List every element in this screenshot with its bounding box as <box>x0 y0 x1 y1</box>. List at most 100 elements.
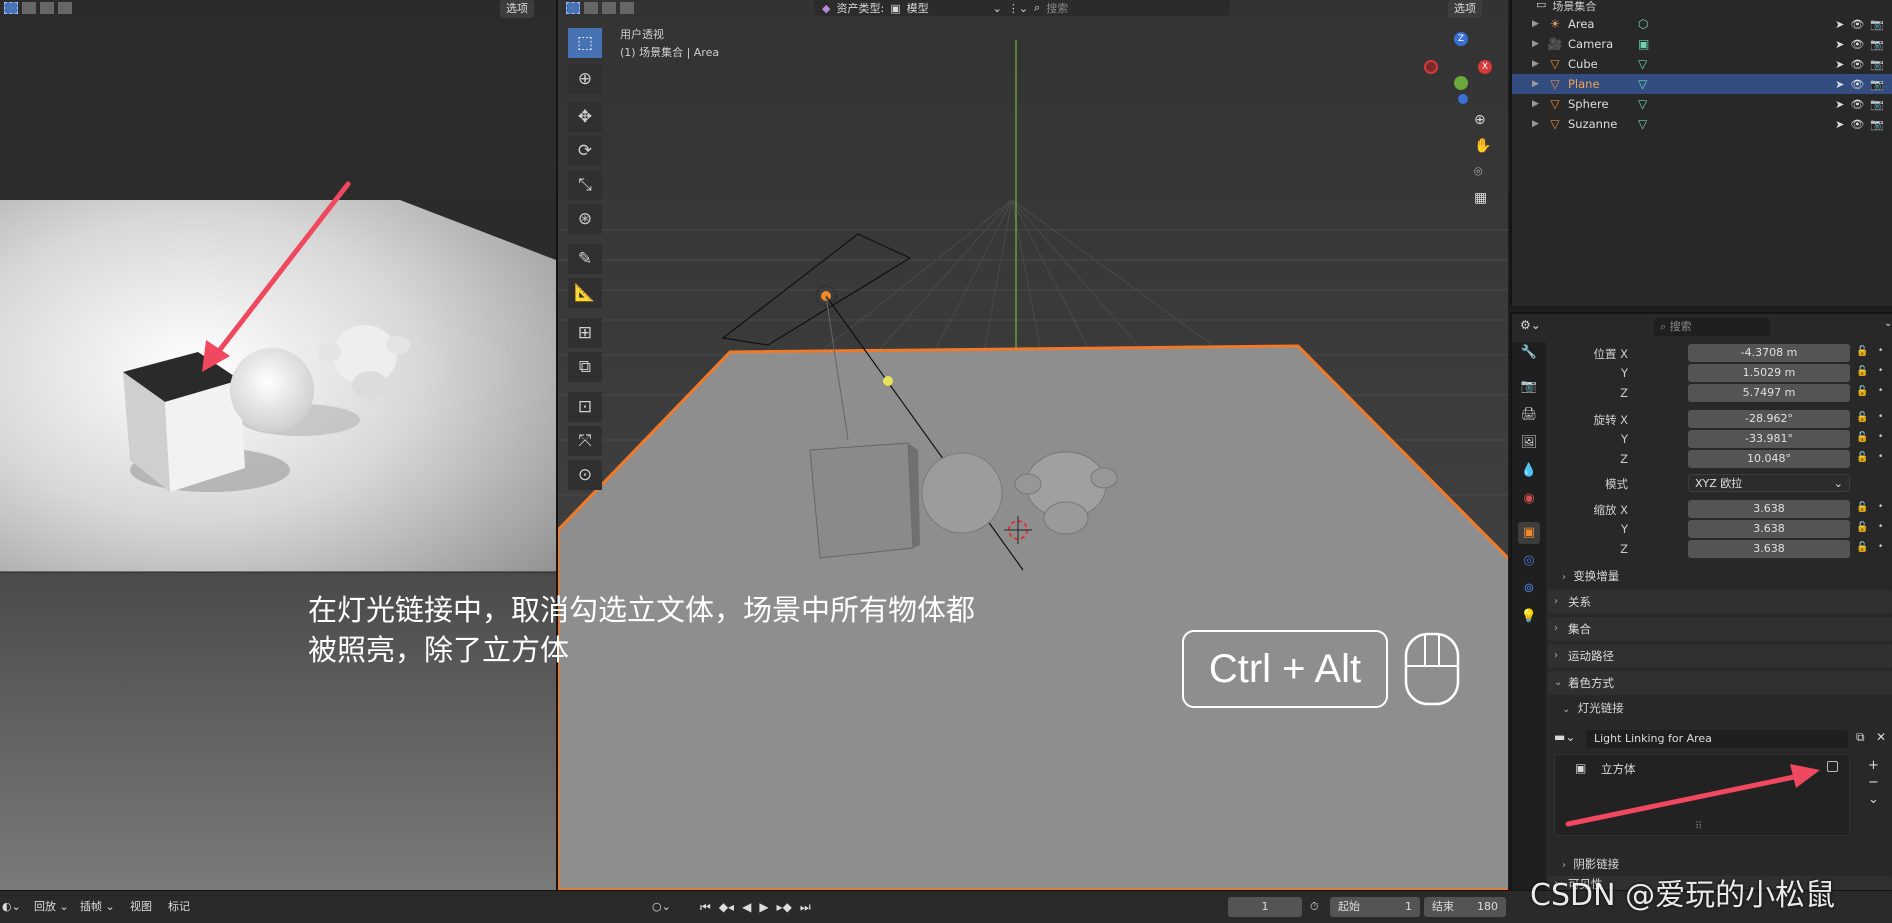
location-x-field[interactable]: -4.3708 m <box>1688 344 1850 362</box>
location-y-field[interactable]: 1.5029 m <box>1688 364 1850 382</box>
unlink-collection-icon[interactable]: ✕ <box>1876 730 1886 744</box>
output-tab-icon[interactable]: 🖨 <box>1518 404 1540 426</box>
neg-x-axis-icon[interactable] <box>1424 60 1438 74</box>
lock-icon[interactable]: 🔓 <box>1856 432 1868 443</box>
data-tab-icon[interactable]: 💡 <box>1518 606 1540 628</box>
selectable-icon[interactable]: ➤ <box>1835 38 1844 51</box>
keyframe-dot-icon[interactable]: • <box>1878 452 1883 462</box>
outliner-item-area[interactable]: ▶ ☀ Area ⬡ ➤ 👁 📷 <box>1512 14 1892 34</box>
render-camera-icon[interactable]: 📷 <box>1870 98 1884 111</box>
add-cube-tool-icon[interactable]: ⊞ <box>568 318 602 348</box>
measure-tool-icon[interactable]: 📐 <box>568 278 602 308</box>
render-tab-icon[interactable]: 📷 <box>1518 376 1540 398</box>
collection-browse-icon[interactable]: ▬⌄ <box>1554 730 1575 744</box>
lock-icon[interactable]: 🔓 <box>1856 452 1868 463</box>
outliner-item-camera[interactable]: ▶ 🎥 Camera ▣ ➤ 👁 📷 <box>1512 34 1892 54</box>
x-axis-icon[interactable]: X <box>1478 60 1492 74</box>
grid-view-icon[interactable]: ▦ <box>1474 190 1491 206</box>
selectable-icon[interactable]: ➤ <box>1835 18 1844 31</box>
eye-icon[interactable]: 👁 <box>1850 38 1864 51</box>
view-menu[interactable]: 视图 <box>130 897 152 917</box>
object-data-icon[interactable]: ⬡ <box>1638 17 1668 31</box>
keying-menu[interactable]: 插帧 ⌄ <box>80 897 115 917</box>
outliner[interactable]: ▭ 场景集合 ▶ ☀ Area ⬡ ➤ 👁 📷 ▶ 🎥 Camera ▣ ➤ 👁 📷 ▶ ▽ Cube ▽ ➤ 👁 📷 ▶… <box>1510 0 1892 306</box>
lock-icon[interactable]: 🔓 <box>1856 502 1868 513</box>
render-viewport[interactable]: 选项 <box>0 0 556 890</box>
expand-triangle-icon[interactable]: ▶ <box>1532 119 1546 129</box>
outliner-item-label[interactable]: Suzanne <box>1568 117 1638 131</box>
object-data-icon[interactable]: ▣ <box>1638 37 1668 51</box>
select-box-tool-icon[interactable]: ⬚ <box>568 28 602 58</box>
shading-panel[interactable]: ⌄ 着色方式 <box>1548 671 1892 695</box>
play-icon[interactable]: ▶ <box>759 897 768 917</box>
motion-paths-panel[interactable]: › 运动路径 <box>1548 644 1892 668</box>
rotation-y-field[interactable]: -33.981° <box>1688 430 1850 448</box>
rotate-tool-icon[interactable]: ⟳ <box>568 136 602 166</box>
stopwatch-icon[interactable]: ⏱ <box>1310 897 1319 917</box>
chevron-down-icon[interactable]: ⌄ <box>1868 792 1879 807</box>
add-item-icon[interactable]: + <box>1868 758 1879 773</box>
render-camera-icon[interactable]: 📷 <box>1870 38 1884 51</box>
expand-triangle-icon[interactable]: ▶ <box>1532 79 1546 89</box>
world-tab-icon[interactable]: ◉ <box>1518 488 1540 510</box>
outliner-item-plane[interactable]: ▶ ▽ Plane ▽ ➤ 👁 📷 <box>1512 74 1892 94</box>
viewport-search-input[interactable]: 搜索 <box>1046 0 1206 16</box>
tool-tab-icon[interactable]: 🔧 <box>1518 342 1540 364</box>
transform-tool-icon[interactable]: ⊛ <box>568 204 602 234</box>
selectable-icon[interactable]: ➤ <box>1835 58 1844 71</box>
view-layer-tab-icon[interactable]: 🖼 <box>1518 432 1540 454</box>
auto-keying-icon[interactable]: ○⌄ <box>652 897 671 917</box>
outliner-item-label[interactable]: Plane <box>1568 77 1638 91</box>
outliner-item-cube[interactable]: ▶ ▽ Cube ▽ ➤ 👁 📷 <box>1512 54 1892 74</box>
y-axis-icon[interactable] <box>1454 76 1468 90</box>
mode-dropdown[interactable]: 模型 <box>907 0 987 16</box>
delta-transform-subpanel[interactable]: › 变换增量 <box>1562 568 1619 584</box>
start-frame-field[interactable]: 起始 1 <box>1330 897 1420 917</box>
render-camera-icon[interactable]: 📷 <box>1870 58 1884 71</box>
eye-icon[interactable]: 👁 <box>1850 98 1864 111</box>
relations-panel[interactable]: › 关系 <box>1548 590 1892 614</box>
selectable-icon[interactable]: ➤ <box>1835 118 1844 131</box>
editor-type-icon[interactable]: ⚙⌄ <box>1520 318 1541 332</box>
object-tab-icon[interactable]: ▣ <box>1518 522 1540 544</box>
pan-hand-icon[interactable]: ✋ <box>1474 138 1491 154</box>
keyframe-dot-icon[interactable]: • <box>1878 542 1883 552</box>
scale-z-field[interactable]: 3.638 <box>1688 540 1850 558</box>
collections-panel[interactable]: › 集合 <box>1548 617 1892 641</box>
viewport-options-button[interactable]: 选项 <box>1448 0 1482 18</box>
eye-icon[interactable]: 👁 <box>1850 78 1864 91</box>
object-data-icon[interactable]: ▽ <box>1638 77 1668 91</box>
scale-tool-icon[interactable]: ⤡ <box>568 170 602 200</box>
end-frame-field[interactable]: 结束 180 <box>1424 897 1506 917</box>
keyframe-dot-icon[interactable]: • <box>1878 432 1883 442</box>
rotation-z-field[interactable]: 10.048° <box>1688 450 1850 468</box>
remove-item-icon[interactable]: − <box>1868 775 1879 790</box>
properties-search-input[interactable]: ⌕ 搜索 <box>1654 318 1770 336</box>
outliner-item-sphere[interactable]: ▶ ▽ Sphere ▽ ➤ 👁 📷 <box>1512 94 1892 114</box>
physics-tab-icon[interactable]: ◎ <box>1518 550 1540 572</box>
light-linking-collection-field[interactable]: Light Linking for Area <box>1586 730 1848 748</box>
outliner-item-label[interactable]: Sphere <box>1568 97 1638 111</box>
lock-icon[interactable]: 🔓 <box>1856 346 1868 357</box>
prev-keyframe-icon[interactable]: ◆◂ <box>719 897 734 917</box>
scale-y-field[interactable]: 3.638 <box>1688 520 1850 538</box>
lock-icon[interactable]: 🔓 <box>1856 542 1868 553</box>
render-camera-icon[interactable]: 📷 <box>1870 78 1884 91</box>
properties-editor[interactable]: ⚙⌄ ⌕ 搜索 ⌄ 🔧 📷 🖨 🖼 💧 ◉ ▣ ◎ ⊚ 💡 位置 X -4.37… <box>1510 312 1892 892</box>
viewport-select-mode-icons[interactable] <box>566 2 634 14</box>
lock-icon[interactable]: 🔓 <box>1856 412 1868 423</box>
expand-triangle-icon[interactable]: ▶ <box>1532 39 1546 49</box>
camera-view-icon[interactable]: ⌾ <box>1474 164 1491 180</box>
annotate-tool-icon[interactable]: ✎ <box>568 244 602 274</box>
chevron-down-icon[interactable]: ⌄ <box>1884 318 1892 329</box>
constraints-tab-icon[interactable]: ⊚ <box>1518 578 1540 600</box>
neg-z-axis-icon[interactable] <box>1458 94 1468 104</box>
keyframe-dot-icon[interactable]: • <box>1878 386 1883 396</box>
outliner-item-suzanne[interactable]: ▶ ▽ Suzanne ▽ ➤ 👁 📷 <box>1512 114 1892 134</box>
expand-triangle-icon[interactable]: ▶ <box>1532 99 1546 109</box>
selectable-icon[interactable]: ➤ <box>1835 78 1844 91</box>
duplicate-collection-icon[interactable]: ⧉ <box>1856 730 1865 745</box>
keyframe-dot-icon[interactable]: • <box>1878 366 1883 376</box>
outliner-item-label[interactable]: Camera <box>1568 37 1638 51</box>
scene-tab-icon[interactable]: 💧 <box>1518 460 1540 482</box>
